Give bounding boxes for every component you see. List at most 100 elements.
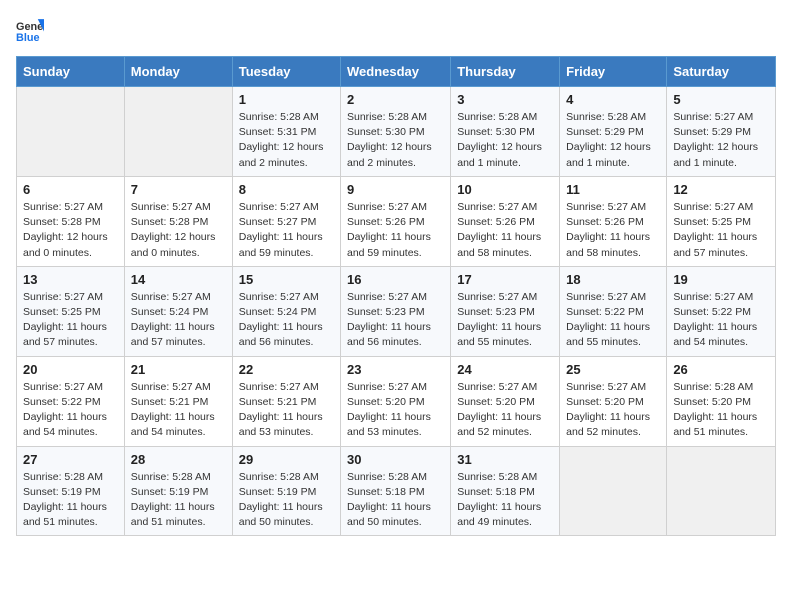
calendar-cell	[667, 446, 776, 536]
day-header-sunday: Sunday	[17, 57, 125, 87]
calendar-cell: 21Sunrise: 5:27 AM Sunset: 5:21 PM Dayli…	[124, 356, 232, 446]
day-header-saturday: Saturday	[667, 57, 776, 87]
day-number: 3	[457, 92, 553, 107]
calendar-cell: 24 Sunrise: 5:27 AM Sunset: 5:20 PM Dayli…	[451, 356, 560, 446]
calendar-cell: 13 Sunrise: 5:27 AM Sunset: 5:25 PM Dayli…	[17, 266, 125, 356]
day-number: 10	[457, 182, 553, 197]
calendar-cell: 9 Sunrise: 5:27 AM Sunset: 5:26 PM Daylig…	[341, 176, 451, 266]
day-info: Sunrise: 5:28 AM Sunset: 5:29 PM Dayligh…	[566, 110, 660, 171]
day-number: 20	[23, 362, 118, 377]
day-info: Sunrise: 5:27 AM Sunset: 5:26 PM Dayligh…	[347, 200, 444, 261]
day-info: Sunrise: 5:27 AM Sunset: 5:27 PM Dayligh…	[239, 200, 334, 261]
day-number: 13	[23, 272, 118, 287]
calendar-cell: 14 Sunrise: 5:27 AM Sunset: 5:24 PM Dayli…	[124, 266, 232, 356]
week-row-5: 27 Sunrise: 5:28 AM Sunset: 5:19 PM Dayli…	[17, 446, 776, 536]
day-info: Sunrise: 5:27 AM Sunset: 5:21 PM Dayligh…	[239, 380, 334, 441]
day-info: Sunrise: 5:28 AM Sunset: 5:31 PM Dayligh…	[239, 110, 334, 171]
day-number: 19	[673, 272, 769, 287]
week-row-3: 13 Sunrise: 5:27 AM Sunset: 5:25 PM Dayli…	[17, 266, 776, 356]
calendar-cell: 8 Sunrise: 5:27 AM Sunset: 5:27 PM Daylig…	[232, 176, 340, 266]
day-number: 1	[239, 92, 334, 107]
day-info: Sunrise: 5:27 AM Sunset: 5:20 PM Dayligh…	[457, 380, 553, 441]
calendar-cell: 15Sunrise: 5:27 AM Sunset: 5:24 PM Dayli…	[232, 266, 340, 356]
calendar-cell: 12 Sunrise: 5:27 AM Sunset: 5:25 PM Dayli…	[667, 176, 776, 266]
calendar-cell: 19Sunrise: 5:27 AM Sunset: 5:22 PM Dayli…	[667, 266, 776, 356]
calendar-cell: 28Sunrise: 5:28 AM Sunset: 5:19 PM Dayli…	[124, 446, 232, 536]
day-number: 24	[457, 362, 553, 377]
logo-icon: General Blue	[16, 16, 44, 44]
day-number: 11	[566, 182, 660, 197]
day-header-monday: Monday	[124, 57, 232, 87]
day-number: 14	[131, 272, 226, 287]
calendar-cell: 7 Sunrise: 5:27 AM Sunset: 5:28 PM Daylig…	[124, 176, 232, 266]
day-info: Sunrise: 5:27 AM Sunset: 5:21 PM Dayligh…	[131, 380, 226, 441]
day-info: Sunrise: 5:27 AM Sunset: 5:25 PM Dayligh…	[673, 200, 769, 261]
day-number: 9	[347, 182, 444, 197]
day-number: 22	[239, 362, 334, 377]
calendar-cell: 26Sunrise: 5:28 AM Sunset: 5:20 PM Dayli…	[667, 356, 776, 446]
day-info: Sunrise: 5:27 AM Sunset: 5:28 PM Dayligh…	[131, 200, 226, 261]
calendar-table: SundayMondayTuesdayWednesdayThursdayFrid…	[16, 56, 776, 536]
day-number: 31	[457, 452, 553, 467]
day-number: 27	[23, 452, 118, 467]
calendar-cell: 11 Sunrise: 5:27 AM Sunset: 5:26 PM Dayli…	[560, 176, 667, 266]
day-info: Sunrise: 5:27 AM Sunset: 5:26 PM Dayligh…	[566, 200, 660, 261]
calendar-cell: 4 Sunrise: 5:28 AM Sunset: 5:29 PM Daylig…	[560, 87, 667, 177]
calendar-cell: 27 Sunrise: 5:28 AM Sunset: 5:19 PM Dayli…	[17, 446, 125, 536]
day-info: Sunrise: 5:27 AM Sunset: 5:29 PM Dayligh…	[673, 110, 769, 171]
day-info: Sunrise: 5:27 AM Sunset: 5:25 PM Dayligh…	[23, 290, 118, 351]
calendar-cell: 16 Sunrise: 5:27 AM Sunset: 5:23 PM Dayli…	[341, 266, 451, 356]
day-number: 2	[347, 92, 444, 107]
day-number: 29	[239, 452, 334, 467]
calendar-cell: 29 Sunrise: 5:28 AM Sunset: 5:19 PM Dayli…	[232, 446, 340, 536]
day-number: 18	[566, 272, 660, 287]
week-row-4: 20 Sunrise: 5:27 AM Sunset: 5:22 PM Dayli…	[17, 356, 776, 446]
calendar-cell	[560, 446, 667, 536]
page-header: General Blue	[16, 16, 776, 44]
day-number: 8	[239, 182, 334, 197]
calendar-cell: 23 Sunrise: 5:27 AM Sunset: 5:20 PM Dayli…	[341, 356, 451, 446]
day-number: 5	[673, 92, 769, 107]
week-row-2: 6 Sunrise: 5:27 AM Sunset: 5:28 PM Daylig…	[17, 176, 776, 266]
day-info: Sunrise: 5:28 AM Sunset: 5:30 PM Dayligh…	[457, 110, 553, 171]
day-number: 12	[673, 182, 769, 197]
calendar-cell: 3 Sunrise: 5:28 AM Sunset: 5:30 PM Daylig…	[451, 87, 560, 177]
calendar-cell	[17, 87, 125, 177]
header-row: SundayMondayTuesdayWednesdayThursdayFrid…	[17, 57, 776, 87]
day-info: Sunrise: 5:27 AM Sunset: 5:24 PM Dayligh…	[239, 290, 334, 351]
day-number: 7	[131, 182, 226, 197]
day-number: 17	[457, 272, 553, 287]
day-info: Sunrise: 5:28 AM Sunset: 5:30 PM Dayligh…	[347, 110, 444, 171]
day-number: 6	[23, 182, 118, 197]
day-info: Sunrise: 5:27 AM Sunset: 5:20 PM Dayligh…	[566, 380, 660, 441]
day-number: 4	[566, 92, 660, 107]
calendar-cell: 10Sunrise: 5:27 AM Sunset: 5:26 PM Dayli…	[451, 176, 560, 266]
calendar-cell: 18 Sunrise: 5:27 AM Sunset: 5:22 PM Dayli…	[560, 266, 667, 356]
day-info: Sunrise: 5:28 AM Sunset: 5:18 PM Dayligh…	[347, 470, 444, 531]
svg-text:Blue: Blue	[16, 32, 40, 44]
day-header-tuesday: Tuesday	[232, 57, 340, 87]
day-info: Sunrise: 5:27 AM Sunset: 5:23 PM Dayligh…	[347, 290, 444, 351]
day-info: Sunrise: 5:27 AM Sunset: 5:22 PM Dayligh…	[566, 290, 660, 351]
day-number: 26	[673, 362, 769, 377]
day-info: Sunrise: 5:28 AM Sunset: 5:19 PM Dayligh…	[131, 470, 226, 531]
calendar-cell: 5 Sunrise: 5:27 AM Sunset: 5:29 PM Daylig…	[667, 87, 776, 177]
day-info: Sunrise: 5:27 AM Sunset: 5:24 PM Dayligh…	[131, 290, 226, 351]
day-number: 30	[347, 452, 444, 467]
day-info: Sunrise: 5:28 AM Sunset: 5:19 PM Dayligh…	[239, 470, 334, 531]
day-info: Sunrise: 5:27 AM Sunset: 5:23 PM Dayligh…	[457, 290, 553, 351]
week-row-1: 1 Sunrise: 5:28 AM Sunset: 5:31 PM Daylig…	[17, 87, 776, 177]
day-info: Sunrise: 5:28 AM Sunset: 5:18 PM Dayligh…	[457, 470, 553, 531]
day-number: 23	[347, 362, 444, 377]
day-number: 25	[566, 362, 660, 377]
calendar-cell: 30 Sunrise: 5:28 AM Sunset: 5:18 PM Dayli…	[341, 446, 451, 536]
day-info: Sunrise: 5:27 AM Sunset: 5:28 PM Dayligh…	[23, 200, 118, 261]
day-info: Sunrise: 5:27 AM Sunset: 5:20 PM Dayligh…	[347, 380, 444, 441]
day-info: Sunrise: 5:28 AM Sunset: 5:19 PM Dayligh…	[23, 470, 118, 531]
day-header-friday: Friday	[560, 57, 667, 87]
day-number: 16	[347, 272, 444, 287]
day-header-wednesday: Wednesday	[341, 57, 451, 87]
calendar-cell: 1 Sunrise: 5:28 AM Sunset: 5:31 PM Daylig…	[232, 87, 340, 177]
day-info: Sunrise: 5:27 AM Sunset: 5:22 PM Dayligh…	[23, 380, 118, 441]
calendar-cell: 17 Sunrise: 5:27 AM Sunset: 5:23 PM Dayli…	[451, 266, 560, 356]
